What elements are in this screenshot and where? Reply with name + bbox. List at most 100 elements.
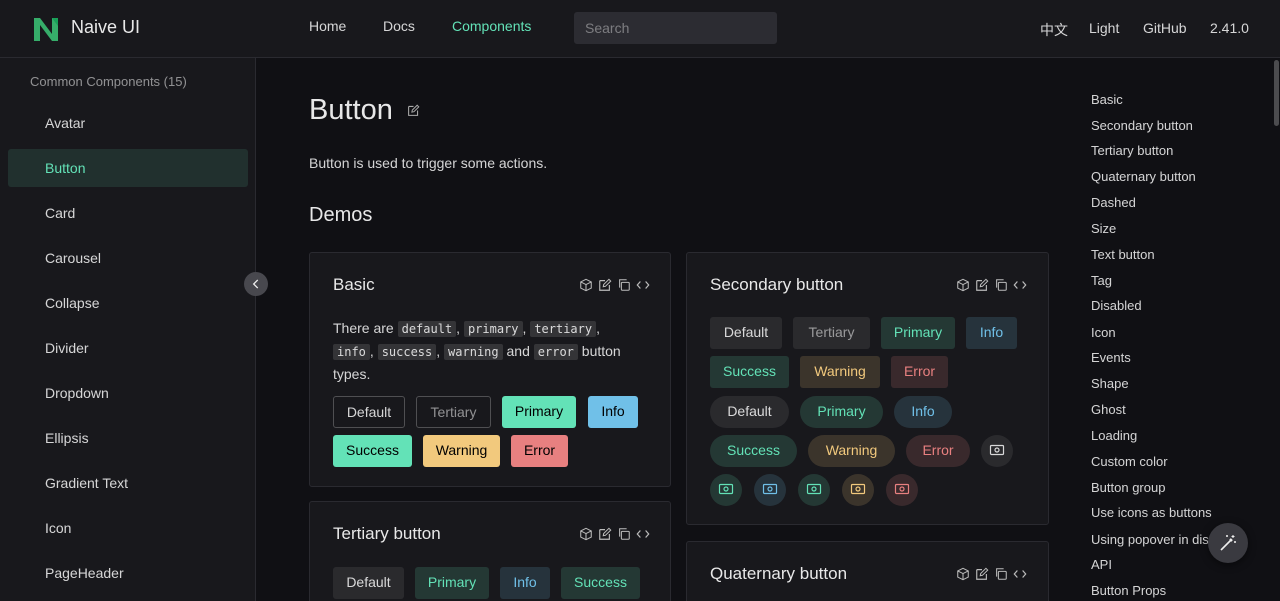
card-title: Quaternary button (710, 564, 848, 583)
default-button[interactable]: Default (333, 396, 405, 428)
sidebar-item-card[interactable]: Card (8, 194, 248, 232)
theme-edit-fab-button[interactable] (1208, 523, 1248, 563)
secondary-warning-button[interactable]: Warning (800, 356, 880, 388)
code-success: success (377, 344, 437, 360)
warning-button[interactable]: Warning (423, 435, 500, 467)
sidebar-collapse-button[interactable] (244, 272, 268, 296)
toc-item[interactable]: Secondary button (1091, 118, 1193, 133)
code-icon[interactable] (636, 527, 650, 541)
circle-success-button[interactable] (798, 474, 830, 506)
card-toolbar (579, 278, 650, 292)
toc-item[interactable]: Basic (1091, 92, 1123, 107)
card-title: Basic (333, 275, 375, 294)
code-icon[interactable] (636, 278, 650, 292)
code-icon[interactable] (1013, 278, 1027, 292)
round-primary-button[interactable]: Primary (800, 396, 883, 428)
edit-icon[interactable] (407, 104, 420, 117)
nav-docs[interactable]: Docs (383, 18, 415, 34)
edit-icon[interactable] (598, 527, 612, 541)
toc-item[interactable]: Text button (1091, 247, 1155, 262)
copy-icon[interactable] (617, 527, 631, 541)
code-primary: primary (463, 321, 523, 337)
success-button[interactable]: Success (333, 435, 412, 467)
toc-item[interactable]: Button Props (1091, 583, 1166, 598)
toc-item[interactable]: Use icons as buttons (1091, 505, 1212, 520)
naive-ui-logo-icon[interactable] (31, 14, 61, 44)
round-warning-button[interactable]: Warning (808, 435, 895, 467)
tertiary-default-button[interactable]: Default (333, 567, 404, 599)
card-title: Secondary button (710, 275, 844, 294)
toc-item[interactable]: Using popover in dis (1091, 532, 1209, 547)
round-error-button[interactable]: Error (906, 435, 970, 467)
secondary-success-button[interactable]: Success (710, 356, 789, 388)
sidebar-item-icon[interactable]: Icon (8, 509, 248, 547)
circle-error-button[interactable] (886, 474, 918, 506)
copy-icon[interactable] (994, 567, 1008, 581)
box-icon[interactable] (956, 567, 970, 581)
sidebar-item-avatar[interactable]: Avatar (8, 104, 248, 142)
tertiary-button[interactable]: Tertiary (416, 396, 491, 428)
error-button[interactable]: Error (511, 435, 568, 467)
demo-card-basic: Basic There are default, primary, tertia… (309, 252, 671, 487)
secondary-default-button[interactable]: Default (710, 317, 782, 349)
copy-icon[interactable] (994, 278, 1008, 292)
circle-info-button[interactable] (754, 474, 786, 506)
circle-warning-button[interactable] (842, 474, 874, 506)
brand-name[interactable]: Naive UI (71, 17, 140, 38)
tertiary-success-button[interactable]: Success (561, 567, 640, 599)
sidebar-item-gradient-text[interactable]: Gradient Text (8, 464, 248, 502)
secondary-info-button[interactable]: Info (966, 317, 1017, 349)
toc-item[interactable]: API (1091, 557, 1112, 572)
toc-item[interactable]: Disabled (1091, 298, 1142, 313)
secondary-tertiary-button[interactable]: Tertiary (793, 317, 870, 349)
secondary-primary-button[interactable]: Primary (881, 317, 955, 349)
edit-icon[interactable] (975, 278, 989, 292)
toc-item[interactable]: Quaternary button (1091, 169, 1196, 184)
circle-default-button[interactable] (981, 435, 1013, 467)
card-toolbar (956, 278, 1027, 292)
toc-item[interactable]: Shape (1091, 376, 1129, 391)
toc-item[interactable]: Tag (1091, 273, 1112, 288)
sidebar-group-title: Common Components (15) (30, 74, 187, 89)
code-icon[interactable] (1013, 567, 1027, 581)
toc-item[interactable]: Custom color (1091, 454, 1168, 469)
primary-button[interactable]: Primary (502, 396, 576, 428)
edit-icon[interactable] (975, 567, 989, 581)
toc-item[interactable]: Button group (1091, 480, 1165, 495)
round-default-button[interactable]: Default (710, 396, 789, 428)
box-icon[interactable] (956, 278, 970, 292)
round-success-button[interactable]: Success (710, 435, 797, 467)
toc-item[interactable]: Tertiary button (1091, 143, 1173, 158)
nav-components[interactable]: Components (452, 18, 531, 34)
edit-icon[interactable] (598, 278, 612, 292)
round-info-button[interactable]: Info (894, 396, 952, 428)
sidebar-item-dropdown[interactable]: Dropdown (8, 374, 248, 412)
box-icon[interactable] (579, 527, 593, 541)
circle-primary-button[interactable] (710, 474, 742, 506)
sidebar-item-carousel[interactable]: Carousel (8, 239, 248, 277)
theme-switch[interactable]: Light (1089, 20, 1119, 36)
toc-item[interactable]: Size (1091, 221, 1116, 236)
tertiary-info-button[interactable]: Info (500, 567, 550, 599)
sidebar-item-divider[interactable]: Divider (8, 329, 248, 367)
tertiary-primary-button[interactable]: Primary (415, 567, 489, 599)
scrollbar-thumb[interactable] (1274, 60, 1279, 126)
sidebar-item-pageheader[interactable]: PageHeader (8, 554, 248, 592)
version-label[interactable]: 2.41.0 (1210, 20, 1249, 36)
toc-item[interactable]: Ghost (1091, 402, 1126, 417)
info-button[interactable]: Info (588, 396, 638, 428)
github-link[interactable]: GitHub (1143, 20, 1187, 36)
toc-item[interactable]: Loading (1091, 428, 1137, 443)
language-switch[interactable]: 中文 (1040, 20, 1068, 40)
copy-icon[interactable] (617, 278, 631, 292)
box-icon[interactable] (579, 278, 593, 292)
toc-item[interactable]: Events (1091, 350, 1131, 365)
sidebar-item-collapse[interactable]: Collapse (8, 284, 248, 322)
search-input[interactable] (574, 12, 777, 44)
toc-item[interactable]: Dashed (1091, 195, 1136, 210)
sidebar-item-ellipsis[interactable]: Ellipsis (8, 419, 248, 457)
toc-item[interactable]: Icon (1091, 325, 1116, 340)
nav-home[interactable]: Home (309, 18, 346, 34)
secondary-error-button[interactable]: Error (891, 356, 948, 388)
sidebar-item-button[interactable]: Button (8, 149, 248, 187)
